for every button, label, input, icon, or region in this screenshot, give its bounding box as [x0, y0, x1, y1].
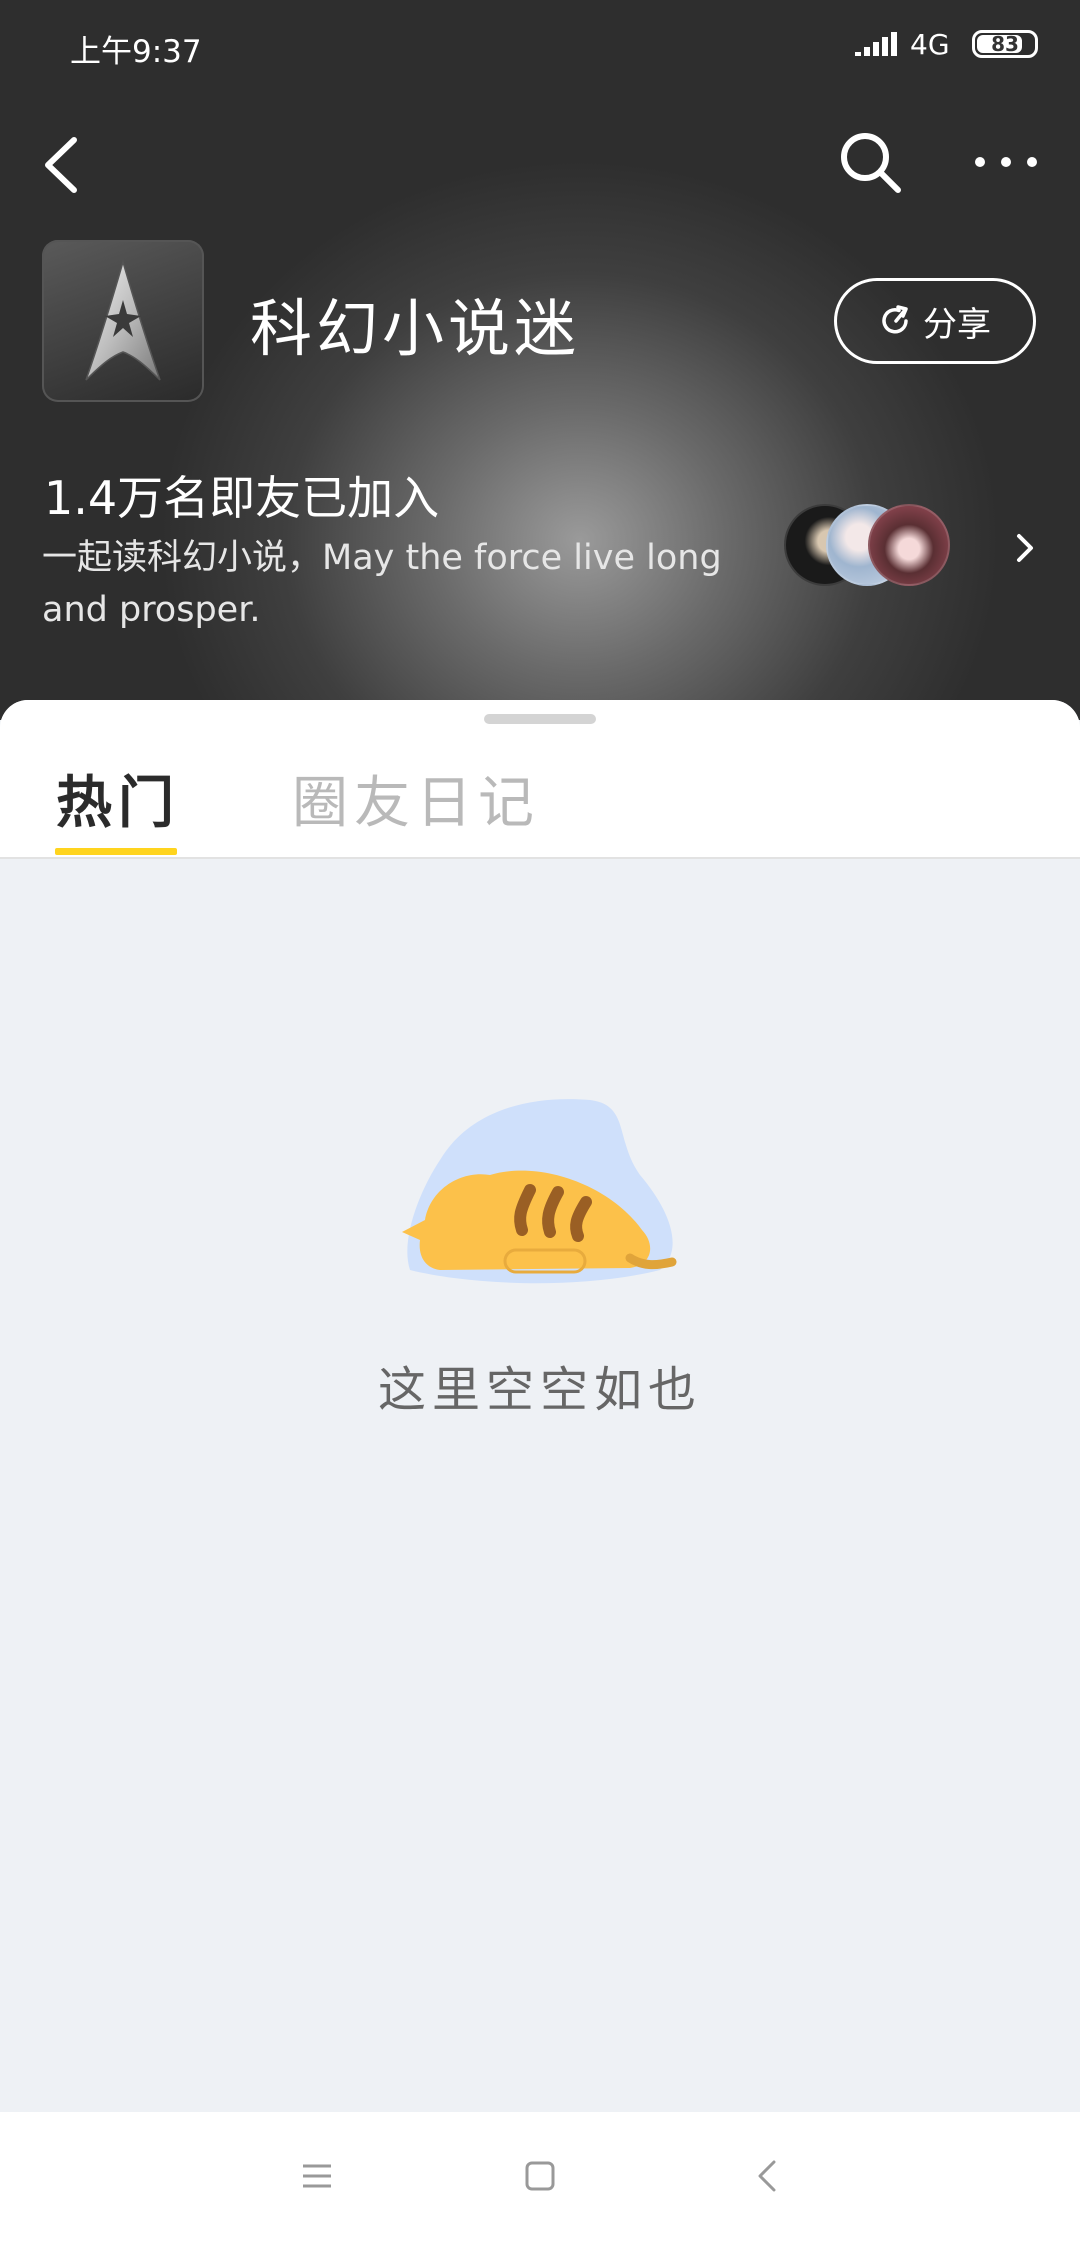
share-label: 分享	[923, 304, 991, 345]
battery-level: 83	[991, 32, 1019, 56]
menu-icon[interactable]	[297, 2156, 337, 2196]
share-button[interactable]: 分享	[834, 278, 1036, 364]
tab-hot[interactable]: 热门	[56, 758, 180, 839]
search-icon[interactable]	[836, 128, 906, 198]
system-nav-bar	[0, 2112, 1080, 2244]
member-count: 1.4万名即友已加入	[44, 471, 440, 525]
active-tab-indicator	[55, 848, 177, 855]
tab-bar: 热门 圈友日记	[0, 700, 1080, 859]
drag-handle[interactable]	[484, 714, 596, 724]
home-icon[interactable]	[520, 2156, 560, 2196]
group-description: 一起读科幻小说，May the force live long and pros…	[42, 538, 722, 630]
network-type: 4G	[910, 28, 950, 61]
status-bar: 上午9:37 4G 83	[0, 0, 1080, 90]
status-time: 上午9:37	[70, 34, 202, 70]
chevron-right-icon[interactable]	[1010, 530, 1040, 566]
avatar	[868, 504, 950, 586]
group-logo	[42, 240, 204, 402]
signal-icon	[855, 32, 897, 56]
more-icon[interactable]	[966, 146, 1046, 178]
tab-diary[interactable]: 圈友日记	[292, 758, 540, 839]
content-sheet: 热门 圈友日记 这里空空如也	[0, 700, 1080, 2112]
share-icon	[882, 305, 908, 334]
group-title: 科幻小说迷	[250, 292, 581, 365]
empty-state-text: 这里空空如也	[377, 1362, 702, 1418]
back-icon[interactable]	[38, 130, 88, 200]
member-avatars[interactable]	[784, 504, 954, 588]
battery-icon: 83	[972, 30, 1038, 58]
nav-back-icon[interactable]	[748, 2156, 788, 2196]
sleeping-cat-illustration	[402, 1099, 677, 1284]
starfleet-emblem-icon	[85, 259, 161, 381]
group-header: 上午9:37 4G 83 科幻小说迷 分享 1.4万名即友已加入 一起读科幻小说…	[0, 0, 1080, 720]
